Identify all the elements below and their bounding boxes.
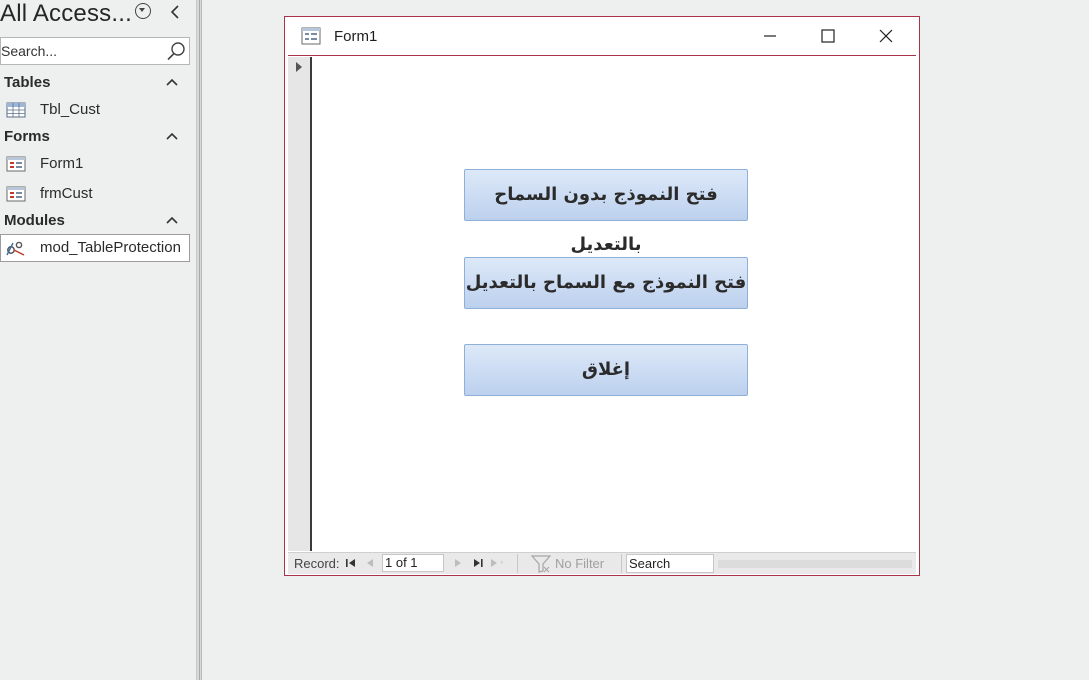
search-icon[interactable] — [166, 41, 186, 61]
table-icon — [6, 102, 26, 118]
chevron-up-icon[interactable] — [166, 216, 178, 224]
maximize-icon — [821, 29, 835, 43]
chevron-up-icon[interactable] — [166, 132, 178, 140]
shutter-bar-collapse-icon[interactable] — [168, 4, 182, 20]
nav-item-frmcust[interactable]: frmCust — [0, 180, 190, 208]
record-navigation-bar: Record: 1 of 1 * No Filter Search — [288, 552, 916, 574]
form-title-bar[interactable]: Form1 — [285, 17, 919, 55]
form-window: Form1 فتح النموذج بدون السماح بالتعديل ف… — [284, 16, 920, 576]
horizontal-scrollbar[interactable] — [718, 560, 912, 568]
close-button[interactable] — [857, 17, 915, 55]
title-divider — [288, 55, 916, 56]
record-label: Record: — [294, 556, 340, 571]
open-form-readonly-button[interactable]: فتح النموذج بدون السماح بالتعديل — [464, 169, 748, 255]
navigation-pane: All Access... Tables Tbl_Cust Forms — [0, 0, 196, 680]
form-icon — [6, 186, 26, 202]
chevron-up-icon[interactable] — [166, 78, 178, 86]
nav-separator — [517, 554, 518, 573]
current-record-arrow-icon — [296, 62, 302, 72]
current-record-field[interactable]: 1 of 1 — [382, 554, 444, 572]
new-record-icon[interactable]: * — [489, 556, 509, 570]
nav-separator — [621, 554, 622, 573]
group-header-forms[interactable]: Forms — [4, 126, 190, 148]
maximize-button[interactable] — [799, 17, 857, 55]
nav-item-label: Form1 — [40, 155, 84, 172]
nav-search-box[interactable] — [0, 37, 190, 65]
form-window-title: Form1 — [334, 28, 378, 45]
nav-item-tbl-cust[interactable]: Tbl_Cust — [0, 96, 190, 124]
previous-record-icon[interactable] — [363, 556, 377, 570]
nav-item-label: mod_TableProtection — [40, 239, 181, 256]
svg-text:*: * — [500, 559, 504, 569]
record-selector[interactable] — [288, 57, 312, 551]
group-label: Modules — [4, 212, 65, 229]
close-form-button[interactable]: إغلاق — [464, 344, 748, 396]
form-icon — [6, 156, 26, 172]
module-icon — [6, 241, 25, 256]
form-icon — [301, 27, 321, 45]
next-record-icon[interactable] — [451, 556, 465, 570]
close-icon — [879, 29, 893, 43]
nav-pane-title[interactable]: All Access... — [0, 0, 132, 28]
nav-pane-splitter[interactable] — [196, 0, 202, 680]
group-header-modules[interactable]: Modules — [4, 210, 190, 232]
minimize-button[interactable] — [741, 17, 799, 55]
form-detail-section: فتح النموذج بدون السماح بالتعديل فتح الن… — [314, 57, 916, 551]
nav-item-mod-tableprotection[interactable]: mod_TableProtection — [0, 234, 190, 262]
filter-status[interactable]: No Filter — [555, 556, 604, 571]
open-form-editable-button[interactable]: فتح النموذج مع السماح بالتعديل — [464, 257, 748, 309]
record-search-input[interactable]: Search — [626, 554, 714, 573]
nav-item-label: frmCust — [40, 185, 93, 202]
nav-search-input[interactable] — [1, 38, 161, 64]
group-header-tables[interactable]: Tables — [4, 72, 190, 94]
nav-item-label: Tbl_Cust — [40, 101, 101, 118]
minimize-icon — [764, 35, 776, 37]
nav-item-form1[interactable]: Form1 — [0, 150, 190, 178]
group-label: Forms — [4, 128, 50, 145]
nav-pane-menu-icon[interactable] — [135, 3, 151, 19]
filter-icon[interactable] — [531, 555, 551, 573]
last-record-icon[interactable] — [471, 556, 485, 570]
first-record-icon[interactable] — [344, 556, 358, 570]
group-label: Tables — [4, 74, 51, 91]
